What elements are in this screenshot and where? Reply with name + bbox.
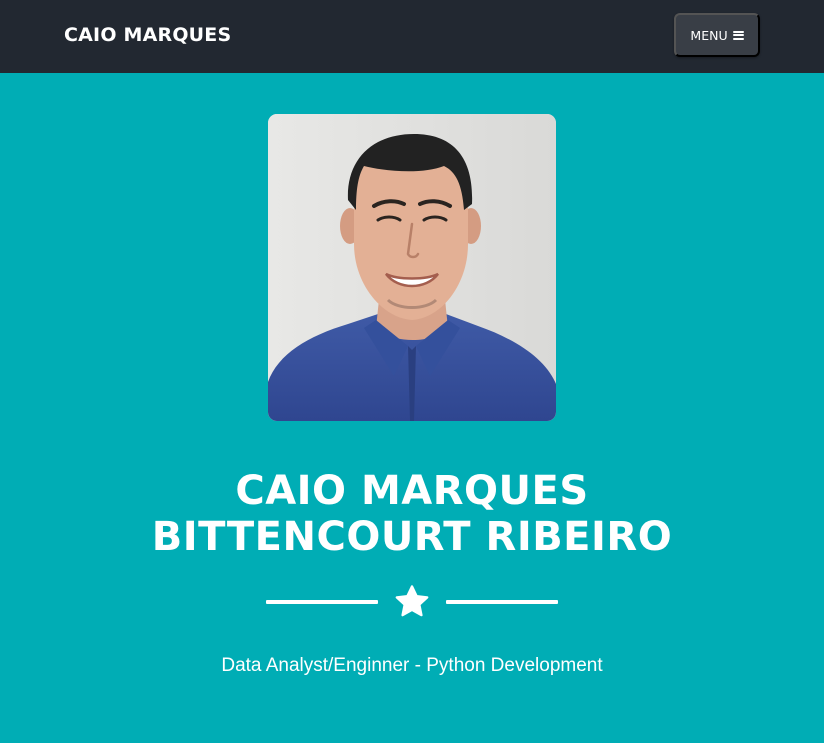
navbar: CAIO MARQUES MENU <box>0 0 824 73</box>
page-title-line1: CAIO MARQUES <box>235 468 589 514</box>
divider-line-right <box>446 600 558 604</box>
hamburger-icon <box>732 30 744 40</box>
page-title-line2: BITTENCOURT RIBEIRO <box>151 514 673 560</box>
page-title: CAIO MARQUES BITTENCOURT RIBEIRO <box>0 468 824 560</box>
star-icon <box>395 585 429 617</box>
avatar-image <box>268 114 556 421</box>
avatar <box>268 114 556 421</box>
menu-toggle-button[interactable]: MENU <box>674 13 760 57</box>
divider-line-left <box>266 600 378 604</box>
brand-link[interactable]: CAIO MARQUES <box>64 22 231 48</box>
menu-button-label: MENU <box>690 27 728 43</box>
subheading: Data Analyst/Enginner - Python Developme… <box>221 655 603 676</box>
